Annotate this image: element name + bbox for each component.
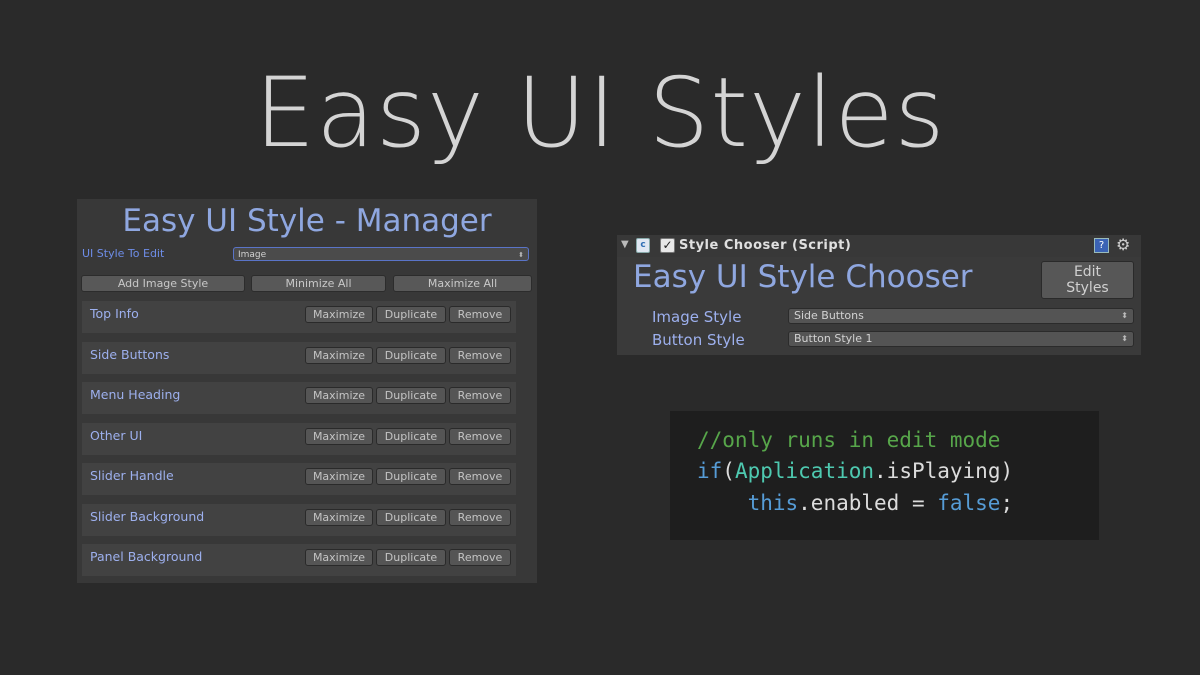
style-row: Side Buttons Maximize Duplicate Remove xyxy=(82,342,516,374)
style-chooser-panel: ▼ c ✓ Style Chooser (Script) ? ⚙ Easy UI… xyxy=(617,235,1141,355)
edit-styles-button[interactable]: Edit Styles xyxy=(1041,261,1134,299)
manager-title: Easy UI Style - Manager xyxy=(122,203,492,239)
duplicate-button[interactable]: Duplicate xyxy=(376,306,446,323)
component-title: Style Chooser (Script) xyxy=(679,238,852,253)
minimize-all-button[interactable]: Minimize All xyxy=(251,275,386,292)
code-keyword: if xyxy=(697,459,723,483)
maximize-button[interactable]: Maximize xyxy=(305,387,373,404)
style-row-label: Menu Heading xyxy=(90,387,181,402)
maximize-button[interactable]: Maximize xyxy=(305,468,373,485)
maximize-button[interactable]: Maximize xyxy=(305,509,373,526)
code-snippet: //only runs in edit mode if(Application.… xyxy=(670,411,1099,540)
style-row: Menu Heading Maximize Duplicate Remove xyxy=(82,382,516,414)
up-down-arrow-icon: ⬍ xyxy=(1121,334,1128,343)
image-style-label: Image Style xyxy=(652,308,742,326)
code-keyword: this xyxy=(747,491,799,515)
style-row-label: Slider Background xyxy=(90,509,205,524)
remove-button[interactable]: Remove xyxy=(449,306,511,323)
maximize-button[interactable]: Maximize xyxy=(305,347,373,364)
duplicate-button[interactable]: Duplicate xyxy=(376,549,446,566)
enabled-checkbox[interactable]: ✓ xyxy=(660,238,675,253)
remove-button[interactable]: Remove xyxy=(449,468,511,485)
style-row: Slider Background Maximize Duplicate Rem… xyxy=(82,504,516,536)
style-row: Slider Handle Maximize Duplicate Remove xyxy=(82,463,516,495)
maximize-button[interactable]: Maximize xyxy=(305,306,373,323)
code-comment: //only runs in edit mode xyxy=(697,428,1001,452)
button-style-label: Button Style xyxy=(652,331,745,349)
style-manager-panel: Easy UI Style - Manager UI Style To Edit… xyxy=(77,199,537,583)
style-row: Other UI Maximize Duplicate Remove xyxy=(82,423,516,455)
image-style-select[interactable]: Side Buttons ⬍ xyxy=(788,308,1134,324)
duplicate-button[interactable]: Duplicate xyxy=(376,468,446,485)
ui-style-to-edit-label: UI Style To Edit xyxy=(82,247,165,260)
remove-button[interactable]: Remove xyxy=(449,509,511,526)
image-style-value: Side Buttons xyxy=(794,309,864,322)
code-type: Application xyxy=(734,459,875,483)
code-text: .isPlaying) xyxy=(874,459,1014,483)
duplicate-button[interactable]: Duplicate xyxy=(376,509,446,526)
button-style-value: Button Style 1 xyxy=(794,332,873,345)
remove-button[interactable]: Remove xyxy=(449,347,511,364)
style-row-label: Slider Handle xyxy=(90,468,174,483)
component-header[interactable]: ▼ c ✓ Style Chooser (Script) ? ⚙ xyxy=(617,235,1141,257)
style-row-label: Side Buttons xyxy=(90,347,170,362)
code-keyword: false xyxy=(937,491,1001,515)
maximize-button[interactable]: Maximize xyxy=(305,428,373,445)
page-title: Easy UI Styles xyxy=(254,57,946,169)
code-line-enabled: this.enabled = false; xyxy=(697,490,1014,516)
edit-styles-line1: Edit xyxy=(1073,264,1102,280)
gear-icon[interactable]: ⚙ xyxy=(1116,235,1130,254)
edit-styles-line2: Styles xyxy=(1066,280,1109,296)
button-style-select[interactable]: Button Style 1 ⬍ xyxy=(788,331,1134,347)
remove-button[interactable]: Remove xyxy=(449,387,511,404)
duplicate-button[interactable]: Duplicate xyxy=(376,387,446,404)
maximize-button[interactable]: Maximize xyxy=(305,549,373,566)
up-down-arrow-icon: ⬍ xyxy=(518,251,524,259)
help-book-icon[interactable]: ? xyxy=(1094,238,1109,253)
ui-style-select[interactable]: Image ⬍ xyxy=(233,247,529,261)
style-row: Panel Background Maximize Duplicate Remo… xyxy=(82,544,516,576)
add-image-style-button[interactable]: Add Image Style xyxy=(81,275,245,292)
triangle-down-icon[interactable]: ▼ xyxy=(621,239,629,250)
up-down-arrow-icon: ⬍ xyxy=(1121,311,1128,320)
code-text: ( xyxy=(722,459,735,483)
code-text: .enabled = xyxy=(798,491,938,515)
style-row-label: Other UI xyxy=(90,428,143,443)
code-text: ; xyxy=(1000,491,1014,515)
style-row-label: Panel Background xyxy=(90,549,203,564)
remove-button[interactable]: Remove xyxy=(449,549,511,566)
script-icon: c xyxy=(636,238,650,253)
duplicate-button[interactable]: Duplicate xyxy=(376,347,446,364)
style-row: Top Info Maximize Duplicate Remove xyxy=(82,301,516,333)
code-line-if: if(Application.isPlaying) xyxy=(697,458,1013,484)
maximize-all-button[interactable]: Maximize All xyxy=(393,275,532,292)
remove-button[interactable]: Remove xyxy=(449,428,511,445)
ui-style-select-value: Image xyxy=(238,250,267,260)
duplicate-button[interactable]: Duplicate xyxy=(376,428,446,445)
chooser-title: Easy UI Style Chooser xyxy=(633,259,973,295)
style-row-label: Top Info xyxy=(90,306,139,321)
